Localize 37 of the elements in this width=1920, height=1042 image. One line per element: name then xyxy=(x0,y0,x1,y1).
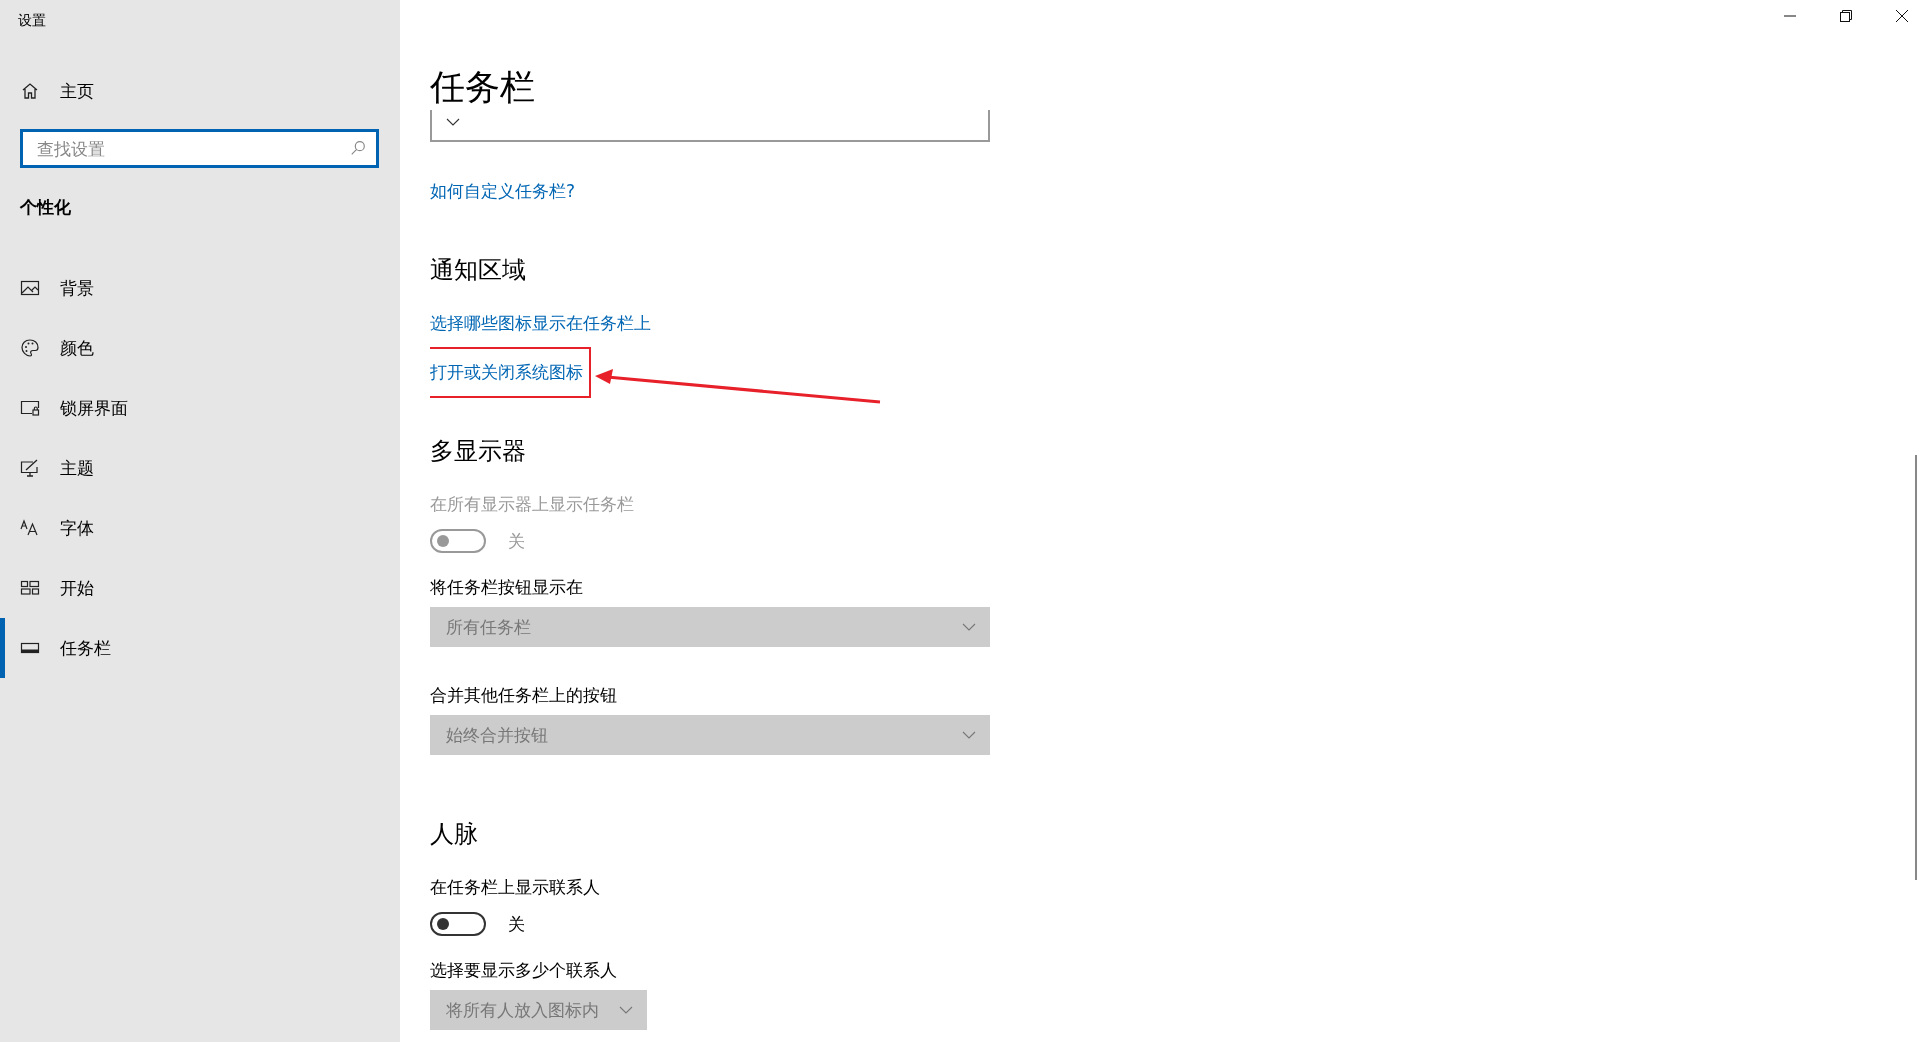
palette-icon xyxy=(20,338,40,358)
nav-item[interactable]: 背景 xyxy=(0,258,400,318)
search-icon xyxy=(349,139,367,157)
search-field[interactable]: 查找设置 xyxy=(20,129,379,168)
dropdown[interactable] xyxy=(430,110,990,142)
section-heading: 多显示器 xyxy=(430,436,526,467)
setting-label: 在所有显示器上显示任务栏 xyxy=(430,493,634,516)
section-heading: 通知区域 xyxy=(430,255,526,286)
chevron-down-icon xyxy=(446,118,460,126)
monitor-lock-icon xyxy=(20,398,40,418)
section-heading: 人脉 xyxy=(430,819,478,850)
tiles-icon xyxy=(20,578,40,598)
chevron-down-icon xyxy=(962,731,976,739)
setting-label: 选择要显示多少个联系人 xyxy=(430,959,617,982)
home-link[interactable]: 主页 xyxy=(0,75,400,107)
setting-label: 将任务栏按钮显示在 xyxy=(430,576,583,599)
home-icon xyxy=(20,81,40,101)
nav-item[interactable]: 主题 xyxy=(0,438,400,498)
toggle-state: 关 xyxy=(508,912,525,936)
toggle-state: 关 xyxy=(508,529,525,553)
chevron-down-icon xyxy=(619,1006,633,1014)
settings-link[interactable]: 打开或关闭系统图标 xyxy=(430,347,591,398)
chevron-down-icon xyxy=(962,623,976,631)
nav-item[interactable]: 字体 xyxy=(0,498,400,558)
nav-item[interactable]: 颜色 xyxy=(0,318,400,378)
window-title: 设置 xyxy=(17,11,47,30)
monitor-brush-icon xyxy=(20,458,40,478)
setting-label: 在任务栏上显示联系人 xyxy=(430,876,600,899)
image-icon xyxy=(20,278,40,298)
section-heading: 个性化 xyxy=(19,196,72,219)
font-icon xyxy=(20,518,40,538)
nav-item[interactable]: 开始 xyxy=(0,558,400,618)
settings-link[interactable]: 选择哪些图标显示在任务栏上 xyxy=(430,312,651,335)
toggle-switch[interactable] xyxy=(430,912,486,936)
settings-link[interactable]: 如何自定义任务栏? xyxy=(430,180,576,203)
setting-label: 合并其他任务栏上的按钮 xyxy=(430,684,617,707)
nav-item[interactable]: 锁屏界面 xyxy=(0,378,400,438)
